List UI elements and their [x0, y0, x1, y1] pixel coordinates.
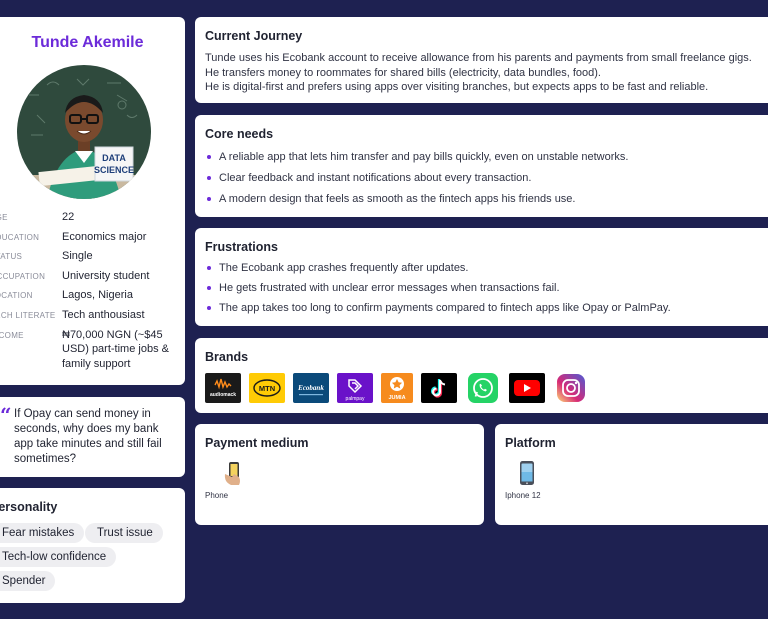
attr-age: AGE 22	[0, 210, 180, 230]
attr-value: Economics major	[62, 230, 147, 243]
attr-key: STATUS	[0, 252, 23, 262]
list-item: A modern design that feels as smooth as …	[205, 192, 765, 213]
list-item: A reliable app that lets him transfer an…	[205, 150, 765, 171]
attr-key: INCOME	[0, 330, 24, 340]
needs-list: A reliable app that lets him transfer an…	[205, 150, 765, 213]
persona-name: Tunde Akemile	[31, 34, 144, 51]
personality-tag: Tech-low confidence	[0, 547, 117, 567]
youtube-logo	[509, 373, 545, 403]
audiomack-logo: audiomack	[205, 373, 241, 403]
brands-card: Brands audiomack MTN Ecobank palmpay JUM…	[195, 338, 768, 413]
attr-key: TECH LITERATE	[0, 310, 56, 320]
attr-value: University student	[62, 269, 150, 282]
bullet-icon	[207, 306, 211, 310]
bullet-icon	[207, 176, 211, 180]
personality-tag: Fear mistakes	[0, 523, 85, 543]
payment-medium-label: Phone	[205, 491, 229, 500]
journey-line: He transfers money to roommates for shar…	[205, 66, 601, 79]
journey-line: He is digital-first and prefers using ap…	[205, 81, 709, 93]
photo-badge-line2: SCIENCE	[94, 165, 134, 175]
quote-card: “ If Opay can send money in seconds, why…	[0, 397, 185, 477]
smartphone-icon	[517, 460, 537, 486]
journey-title: Current Journey	[205, 29, 303, 43]
quote-text: If Opay can send money in seconds, why d…	[14, 408, 162, 465]
bullet-icon	[207, 155, 211, 159]
palmpay-logo: palmpay	[337, 373, 373, 403]
attr-location: LOCATION Lagos, Nigeria	[0, 288, 180, 308]
attr-key: OCCUPATION	[0, 271, 46, 281]
needs-title: Core needs	[205, 127, 274, 141]
bullet-icon	[207, 266, 211, 270]
svg-text:JUMIA: JUMIA	[388, 395, 405, 401]
need-text: A reliable app that lets him transfer an…	[219, 151, 629, 163]
attr-value: 22	[62, 211, 75, 223]
attr-value: Tech anthousiast	[62, 308, 145, 321]
bullet-icon	[207, 286, 211, 290]
journey-line: Tunde uses his Ecobank account to receiv…	[205, 52, 752, 64]
hand-phone-icon	[223, 460, 243, 486]
whatsapp-logo	[465, 373, 501, 403]
svg-text:palmpay: palmpay	[346, 396, 365, 402]
attr-key: EDUCATION	[0, 232, 40, 242]
attr-value: Lagos, Nigeria	[62, 289, 133, 302]
attr-key: AGE	[0, 213, 8, 222]
instagram-logo	[553, 373, 589, 403]
svg-text:audiomack: audiomack	[210, 392, 236, 398]
personality-tag: Trust issue	[85, 523, 163, 543]
photo-badge-line1: DATA	[102, 153, 126, 163]
platform-card: Platform Iphone 12	[495, 424, 768, 525]
core-needs-card: Core needs A reliable app that lets him …	[195, 115, 768, 217]
ecobank-logo: Ecobank	[293, 373, 329, 403]
persona-attributes: AGE 22 EDUCATION Economics major STATUS …	[0, 210, 180, 386]
attr-income: INCOME ₦70,000 NGN (~$45 USD) part-time …	[0, 328, 180, 386]
frustrations-list: The Ecobank app crashes frequently after…	[205, 261, 765, 321]
persona-photo: DATA SCIENCE	[17, 65, 151, 199]
list-item: The Ecobank app crashes frequently after…	[205, 261, 765, 281]
attr-value: ₦70,000 NGN (~$45 USD) part-time jobs & …	[62, 328, 169, 370]
tiktok-logo	[421, 373, 457, 403]
attr-occupation: OCCUPATION University student	[0, 269, 180, 289]
attr-key: LOCATION	[0, 291, 33, 301]
personality-title: Personality	[0, 500, 58, 514]
journey-body: Tunde uses his Ecobank account to receiv…	[205, 51, 765, 95]
brands-title: Brands	[205, 350, 249, 364]
frustration-text: He gets frustrated with unclear error me…	[219, 282, 560, 294]
attr-value: Single	[62, 250, 93, 263]
frustrations-card: Frustrations The Ecobank app crashes fre…	[195, 228, 768, 326]
list-item: The app takes too long to confirm paymen…	[205, 301, 765, 321]
payment-title: Payment medium	[205, 436, 309, 450]
need-text: A modern design that feels as smooth as …	[219, 193, 576, 205]
profile-card: Tunde Akemile DATA SCIENCE AGE	[0, 17, 185, 385]
jumia-logo: JUMIA	[381, 373, 413, 403]
current-journey-card: Current Journey Tunde uses his Ecobank a…	[195, 17, 768, 103]
bullet-icon	[207, 197, 211, 201]
attr-education: EDUCATION Economics major	[0, 230, 180, 250]
attr-status: STATUS Single	[0, 249, 180, 269]
frustration-text: The app takes too long to confirm paymen…	[219, 302, 671, 314]
quote-mark-icon: “	[0, 403, 12, 427]
svg-text:Ecobank: Ecobank	[297, 384, 324, 392]
personality-card: Personality Fear mistakes Trust issue Te…	[0, 488, 185, 603]
payment-medium-card: Payment medium Phone	[195, 424, 484, 525]
frustration-text: The Ecobank app crashes frequently after…	[219, 262, 469, 274]
platform-title: Platform	[505, 436, 556, 450]
platform-label: Iphone 12	[505, 491, 541, 500]
attr-tech-literate: TECH LITERATE Tech anthousiast	[0, 308, 180, 328]
list-item: He gets frustrated with unclear error me…	[205, 281, 765, 301]
mtn-logo: MTN	[249, 373, 285, 403]
svg-text:MTN: MTN	[259, 384, 275, 393]
need-text: Clear feedback and instant notifications…	[219, 172, 532, 184]
frustrations-title: Frustrations	[205, 240, 278, 254]
list-item: Clear feedback and instant notifications…	[205, 171, 765, 192]
personality-tag: Spender	[0, 571, 56, 591]
